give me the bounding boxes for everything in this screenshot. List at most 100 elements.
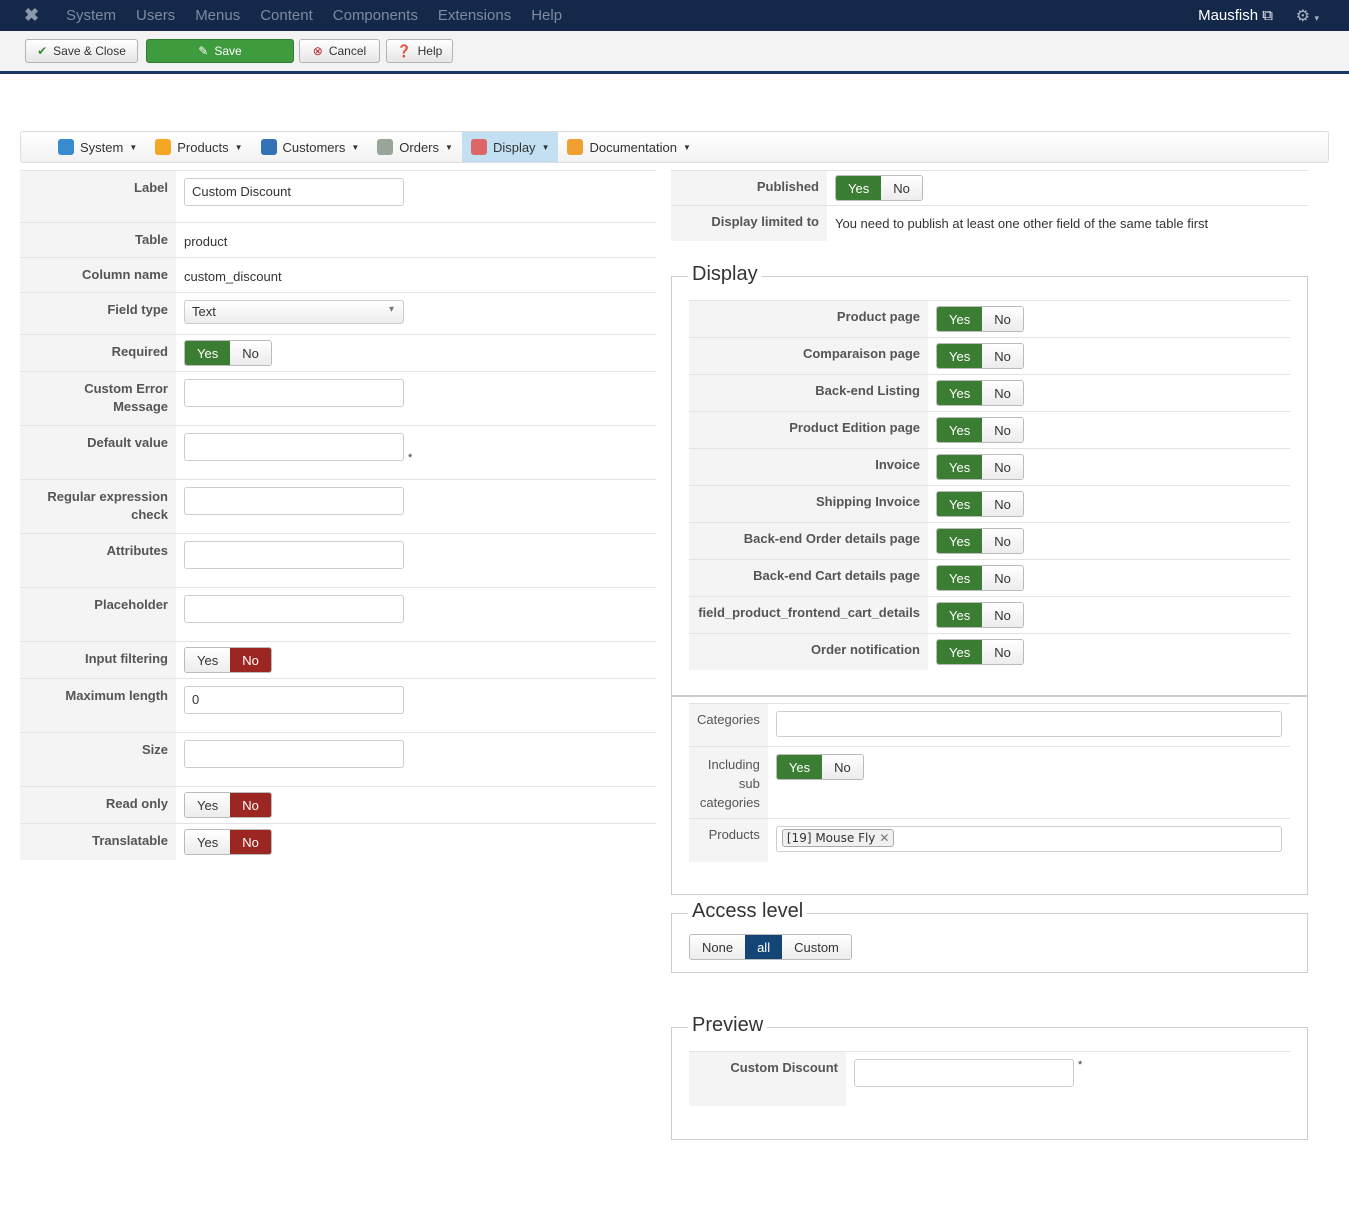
submenu-label: Documentation	[589, 139, 677, 155]
size-input[interactable]	[184, 740, 404, 768]
menu-users[interactable]: Users	[136, 7, 175, 24]
field-type-select[interactable]: Text	[184, 300, 404, 324]
save-button[interactable]: ✎ Save	[146, 39, 294, 63]
menu-menus[interactable]: Menus	[195, 7, 240, 24]
access-level-toggle[interactable]: None all Custom	[689, 934, 852, 960]
save-close-button[interactable]: ✔ Save & Close	[25, 39, 138, 63]
external-link-icon: ⧉	[1262, 7, 1273, 24]
no-option[interactable]: No	[230, 830, 271, 854]
yes-option[interactable]: Yes	[937, 603, 983, 627]
field-value-cell: Text	[176, 292, 656, 335]
menu-help[interactable]: Help	[531, 7, 562, 24]
no-option[interactable]: No	[982, 529, 1023, 553]
label-input[interactable]: Custom Discount	[184, 178, 404, 206]
access-option-custom[interactable]: Custom	[782, 935, 851, 959]
menu-system[interactable]: System	[66, 7, 116, 24]
tools-icon	[58, 139, 74, 155]
cancel-button[interactable]: ⊗ Cancel	[299, 39, 380, 63]
published-toggle[interactable]: Yes No	[835, 175, 923, 201]
help-button[interactable]: ❓ Help	[386, 39, 453, 63]
product-tag-label: [19] Mouse Fly	[786, 831, 876, 845]
form-row-field-type: Field type Text	[20, 292, 656, 335]
no-option[interactable]: No	[230, 648, 271, 672]
menu-components[interactable]: Components	[333, 7, 418, 24]
yes-option[interactable]: Yes	[937, 307, 983, 331]
no-option[interactable]: No	[982, 566, 1023, 590]
custom-error-message-input[interactable]	[184, 379, 404, 407]
invoice-toggle[interactable]: Yes No	[936, 454, 1024, 480]
submenu-products[interactable]: Products ▼	[146, 132, 251, 162]
display-toggle-cell: Yes No	[928, 448, 1290, 486]
yes-option[interactable]: Yes	[937, 492, 983, 516]
comparaison-page-toggle[interactable]: Yes No	[936, 343, 1024, 369]
yes-option[interactable]: Yes	[937, 529, 983, 553]
categories-input[interactable]	[775, 711, 1282, 737]
submenu-system[interactable]: System ▼	[49, 132, 146, 162]
submenu-orders[interactable]: Orders ▼	[368, 132, 462, 162]
joomla-logo-icon[interactable]: ✖	[24, 5, 46, 26]
attributes-input[interactable]	[184, 541, 404, 569]
remove-tag-icon[interactable]: ✕	[879, 831, 889, 845]
no-option[interactable]: No	[230, 341, 271, 365]
sub-categories-toggle[interactable]: Yes No	[775, 754, 864, 780]
translatable-toggle[interactable]: Yes No	[184, 829, 272, 855]
back-end-order-details-page-toggle[interactable]: Yes No	[936, 528, 1024, 554]
no-option[interactable]: No	[881, 176, 922, 200]
field-label: Field type	[20, 292, 176, 335]
submenu-display[interactable]: Display ▼	[461, 132, 559, 162]
regular-expression-check-input[interactable]	[184, 487, 404, 515]
field-label: Column name	[20, 257, 176, 293]
back-end-listing-toggle[interactable]: Yes No	[936, 380, 1024, 406]
no-option[interactable]: No	[982, 455, 1023, 479]
yes-option[interactable]: Yes	[185, 648, 231, 672]
no-option[interactable]: No	[982, 640, 1023, 664]
no-option[interactable]: No	[982, 603, 1023, 627]
no-option[interactable]: No	[982, 344, 1023, 368]
no-option[interactable]: No	[230, 793, 271, 817]
submenu-customers[interactable]: Customers ▼	[252, 132, 369, 162]
placeholder-input[interactable]	[184, 595, 404, 623]
yes-option[interactable]: Yes	[185, 830, 231, 854]
product-page-toggle[interactable]: Yes No	[936, 306, 1024, 332]
menu-extensions[interactable]: Extensions	[438, 7, 511, 24]
products-input[interactable]: [19] Mouse Fly ✕	[775, 826, 1282, 852]
maximum-length-input[interactable]: 0	[184, 686, 404, 714]
caret-down-icon: ▼	[351, 142, 360, 152]
yes-option[interactable]: Yes	[185, 341, 231, 365]
no-option[interactable]: No	[982, 418, 1023, 442]
no-option[interactable]: No	[822, 755, 863, 779]
display-option-label: Comparaison page	[689, 337, 928, 375]
display-option-label: Back-end Listing	[689, 374, 928, 412]
default-value-input[interactable]	[184, 433, 404, 461]
yes-option[interactable]: Yes	[185, 793, 231, 817]
display-row-back-end-listing: Back-end Listing Yes No	[689, 374, 1290, 412]
field-product-frontend-cart-details-toggle[interactable]: Yes No	[936, 602, 1024, 628]
access-option-none[interactable]: None	[690, 935, 746, 959]
order-notification-toggle[interactable]: Yes No	[936, 639, 1024, 665]
yes-option[interactable]: Yes	[937, 381, 983, 405]
shipping-invoice-toggle[interactable]: Yes No	[936, 491, 1024, 517]
no-option[interactable]: No	[982, 381, 1023, 405]
settings-gear-icon[interactable]: ⚙ ▾	[1296, 6, 1319, 26]
no-option[interactable]: No	[982, 307, 1023, 331]
yes-option[interactable]: Yes	[937, 344, 983, 368]
field-label: Label	[20, 170, 176, 223]
access-option-all[interactable]: all	[745, 935, 783, 959]
yes-option[interactable]: Yes	[937, 640, 983, 664]
yes-option[interactable]: Yes	[836, 176, 882, 200]
preview-input[interactable]	[854, 1059, 1074, 1087]
menu-content[interactable]: Content	[260, 7, 313, 24]
required-toggle[interactable]: Yes No	[184, 340, 272, 366]
input-filtering-toggle[interactable]: Yes No	[184, 647, 272, 673]
submenu-documentation[interactable]: Documentation ▼	[558, 132, 699, 162]
read-only-toggle[interactable]: Yes No	[184, 792, 272, 818]
user-link[interactable]: Mausfish ⧉	[1198, 7, 1273, 24]
no-option[interactable]: No	[982, 492, 1023, 516]
yes-option[interactable]: Yes	[776, 755, 823, 779]
yes-option[interactable]: Yes	[937, 455, 983, 479]
yes-option[interactable]: Yes	[937, 418, 983, 442]
yes-option[interactable]: Yes	[937, 566, 983, 590]
product-edition-page-toggle[interactable]: Yes No	[936, 417, 1024, 443]
field-value-cell: custom_discount	[176, 257, 656, 293]
back-end-cart-details-page-toggle[interactable]: Yes No	[936, 565, 1024, 591]
